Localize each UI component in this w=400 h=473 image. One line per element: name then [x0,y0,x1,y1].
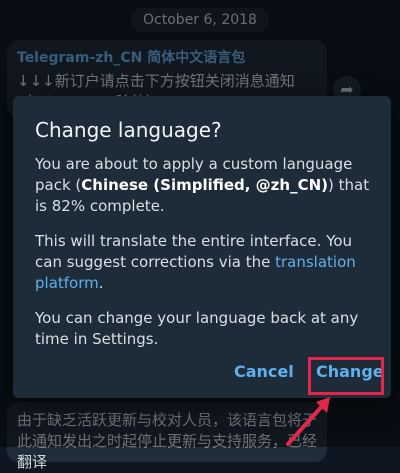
dialog-title: Change language? [35,118,222,142]
dialog-body: You are about to apply a custom language… [35,154,373,364]
cancel-button[interactable]: Cancel [234,362,294,381]
change-language-dialog: Change language? You are about to apply … [13,96,391,398]
para2-text-end: . [98,274,104,292]
dialog-paragraph-2: This will translate the entire interface… [35,231,373,294]
dialog-paragraph-1: You are about to apply a custom language… [35,154,373,217]
language-pack-name: Chinese (Simplified, @zh_CN) [81,176,329,194]
dialog-paragraph-3: You can change your language back at any… [35,309,359,348]
change-button[interactable]: Change [316,362,384,381]
